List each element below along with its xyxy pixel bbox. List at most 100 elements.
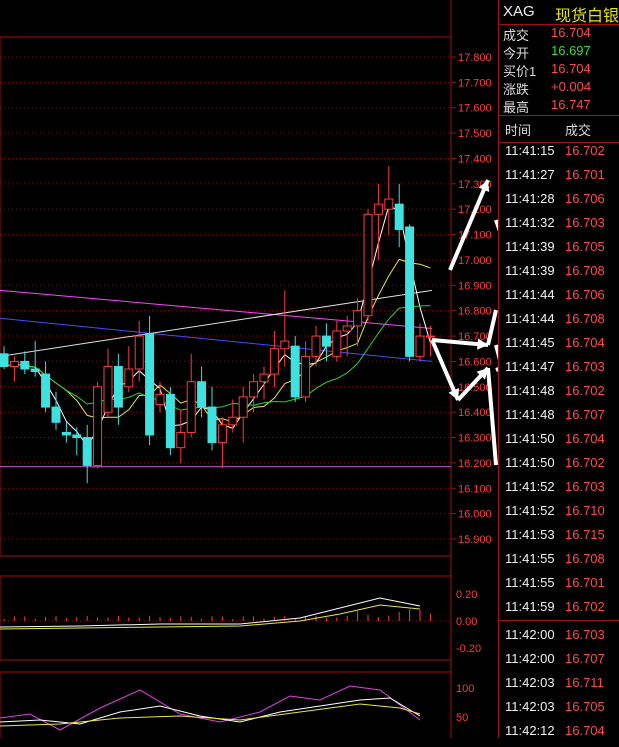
oscillator-pane — [0, 685, 421, 731]
candle-body — [425, 335, 435, 338]
candle-body — [82, 437, 92, 466]
candle-body — [321, 335, 331, 347]
candle-body — [41, 373, 51, 408]
candle-body — [228, 416, 238, 426]
candle-body — [30, 368, 40, 373]
candle-body — [249, 381, 259, 398]
tick-time: 11:41:44 — [505, 311, 555, 326]
candle-body — [20, 360, 30, 370]
macd-pane — [0, 597, 451, 630]
tick-price: 16.704 — [565, 335, 605, 350]
tick-time: 11:41:48 — [505, 407, 555, 422]
candlestick-chart[interactable]: 17.80017.70017.60017.50017.40017.30017.2… — [0, 0, 498, 738]
tick-time: 11:42:00 — [505, 651, 555, 666]
tick-row: 11:41:48 16.702 — [505, 383, 619, 407]
quote-header: XAG 现货白银 — [499, 0, 619, 25]
symbol-name: 现货白银 — [555, 8, 619, 25]
tick-row: 11:42:03 16.711 — [505, 675, 619, 699]
tick-row: 11:41:50 16.704 — [505, 431, 619, 455]
tick-price: 16.706 — [565, 287, 605, 302]
candle-body — [290, 345, 300, 398]
price-axis-ticks: 17.80017.70017.60017.50017.40017.30017.2… — [451, 52, 492, 546]
price-tick-label: 17.600 — [458, 103, 492, 115]
candle-body — [61, 431, 71, 436]
candle-body — [72, 434, 82, 439]
tick-row: 11:41:55 16.701 — [505, 575, 619, 599]
tick-price: 16.701 — [565, 575, 605, 590]
candle-body — [124, 368, 134, 388]
tick-row: 11:42:00 16.703 — [505, 627, 619, 651]
quote-value: 16.747 — [551, 97, 591, 112]
tick-list-divider — [499, 620, 619, 621]
quote-row: 最高 16.747 — [503, 97, 619, 115]
candle-body — [134, 335, 144, 370]
price-tick-label: 16.900 — [458, 280, 492, 292]
tick-time: 11:41:52 — [505, 503, 555, 518]
tick-row: 11:42:03 16.705 — [505, 699, 619, 723]
candle-body — [145, 333, 155, 436]
osc-tick-label: 100 — [456, 683, 474, 695]
tick-row: 11:41:15 16.702 — [505, 143, 619, 167]
price-tick-label: 17.000 — [458, 255, 492, 267]
tick-row: 11:41:32 16.703 — [505, 215, 619, 239]
tick-row: 11:41:28 16.706 — [505, 191, 619, 215]
candle-body — [394, 203, 404, 231]
candle-body — [51, 406, 61, 423]
candle-body — [207, 406, 217, 444]
candle-body — [363, 213, 373, 317]
tick-row: 11:42:00 16.707 — [505, 651, 619, 675]
tick-time: 11:41:55 — [505, 551, 555, 566]
quote-row: 今开 16.697 — [503, 43, 619, 61]
candle-body — [176, 431, 186, 449]
tick-row: 11:41:44 16.708 — [505, 311, 619, 335]
quote-value: +0.004 — [551, 79, 592, 94]
candle-body — [93, 386, 103, 466]
tick-time: 11:41:45 — [505, 335, 555, 350]
tick-time: 11:41:59 — [505, 599, 555, 614]
tick-price: 16.705 — [565, 699, 605, 714]
price-tick-label: 15.900 — [458, 534, 492, 546]
tick-price: 16.703 — [565, 627, 605, 642]
tick-row: 11:41:55 16.708 — [505, 551, 619, 575]
price-tick-label: 16.600 — [458, 356, 492, 368]
quote-label: 买价1 — [503, 64, 537, 79]
candle-body — [0, 353, 9, 367]
price-tick-label: 16.300 — [458, 433, 492, 445]
tick-row: 11:41:53 16.715 — [505, 527, 619, 551]
candle-body — [301, 355, 311, 398]
candle-body — [155, 393, 165, 406]
tick-price: 16.702 — [565, 455, 605, 470]
tick-price: 16.703 — [565, 479, 605, 494]
price-tick-label: 17.400 — [458, 153, 492, 165]
quote-label: 最高 — [503, 100, 530, 115]
quote-row: 成交 16.704 — [503, 25, 619, 43]
quote-sidebar: XAG 现货白银 成交 16.704 今开 16.697 买价1 16.704 涨跌 +0.0… — [498, 0, 619, 738]
tick-time: 11:41:15 — [505, 143, 555, 158]
candle-body — [384, 198, 394, 210]
candle-body — [405, 226, 415, 357]
quote-value: 16.697 — [551, 43, 591, 58]
tick-time: 11:41:48 — [505, 383, 555, 398]
signal-line — [0, 604, 421, 630]
candle-body — [259, 373, 269, 383]
tick-price: 16.702 — [565, 143, 605, 158]
tick-price: 16.703 — [565, 359, 605, 374]
candle-body — [415, 335, 425, 357]
tick-row: 11:41:39 16.705 — [505, 239, 619, 263]
tick-price: 16.703 — [565, 215, 605, 230]
ticks-header-time: 时间 — [505, 123, 532, 138]
quote-value: 16.704 — [551, 61, 591, 76]
candle-body — [238, 396, 248, 418]
tick-time: 11:42:03 — [505, 699, 555, 714]
tick-price: 16.708 — [565, 263, 605, 278]
tick-row: 11:41:52 16.703 — [505, 479, 619, 503]
candle-body — [373, 203, 383, 215]
tick-price: 16.708 — [565, 551, 605, 566]
tick-row: 11:41:52 16.710 — [505, 503, 619, 527]
tick-price: 16.704 — [565, 723, 605, 738]
tick-time: 11:41:39 — [505, 263, 555, 278]
price-tick-label: 16.000 — [458, 509, 492, 521]
tick-price: 16.707 — [565, 651, 605, 666]
tick-row: 11:41:45 16.704 — [505, 335, 619, 359]
trend-line — [0, 317, 433, 362]
